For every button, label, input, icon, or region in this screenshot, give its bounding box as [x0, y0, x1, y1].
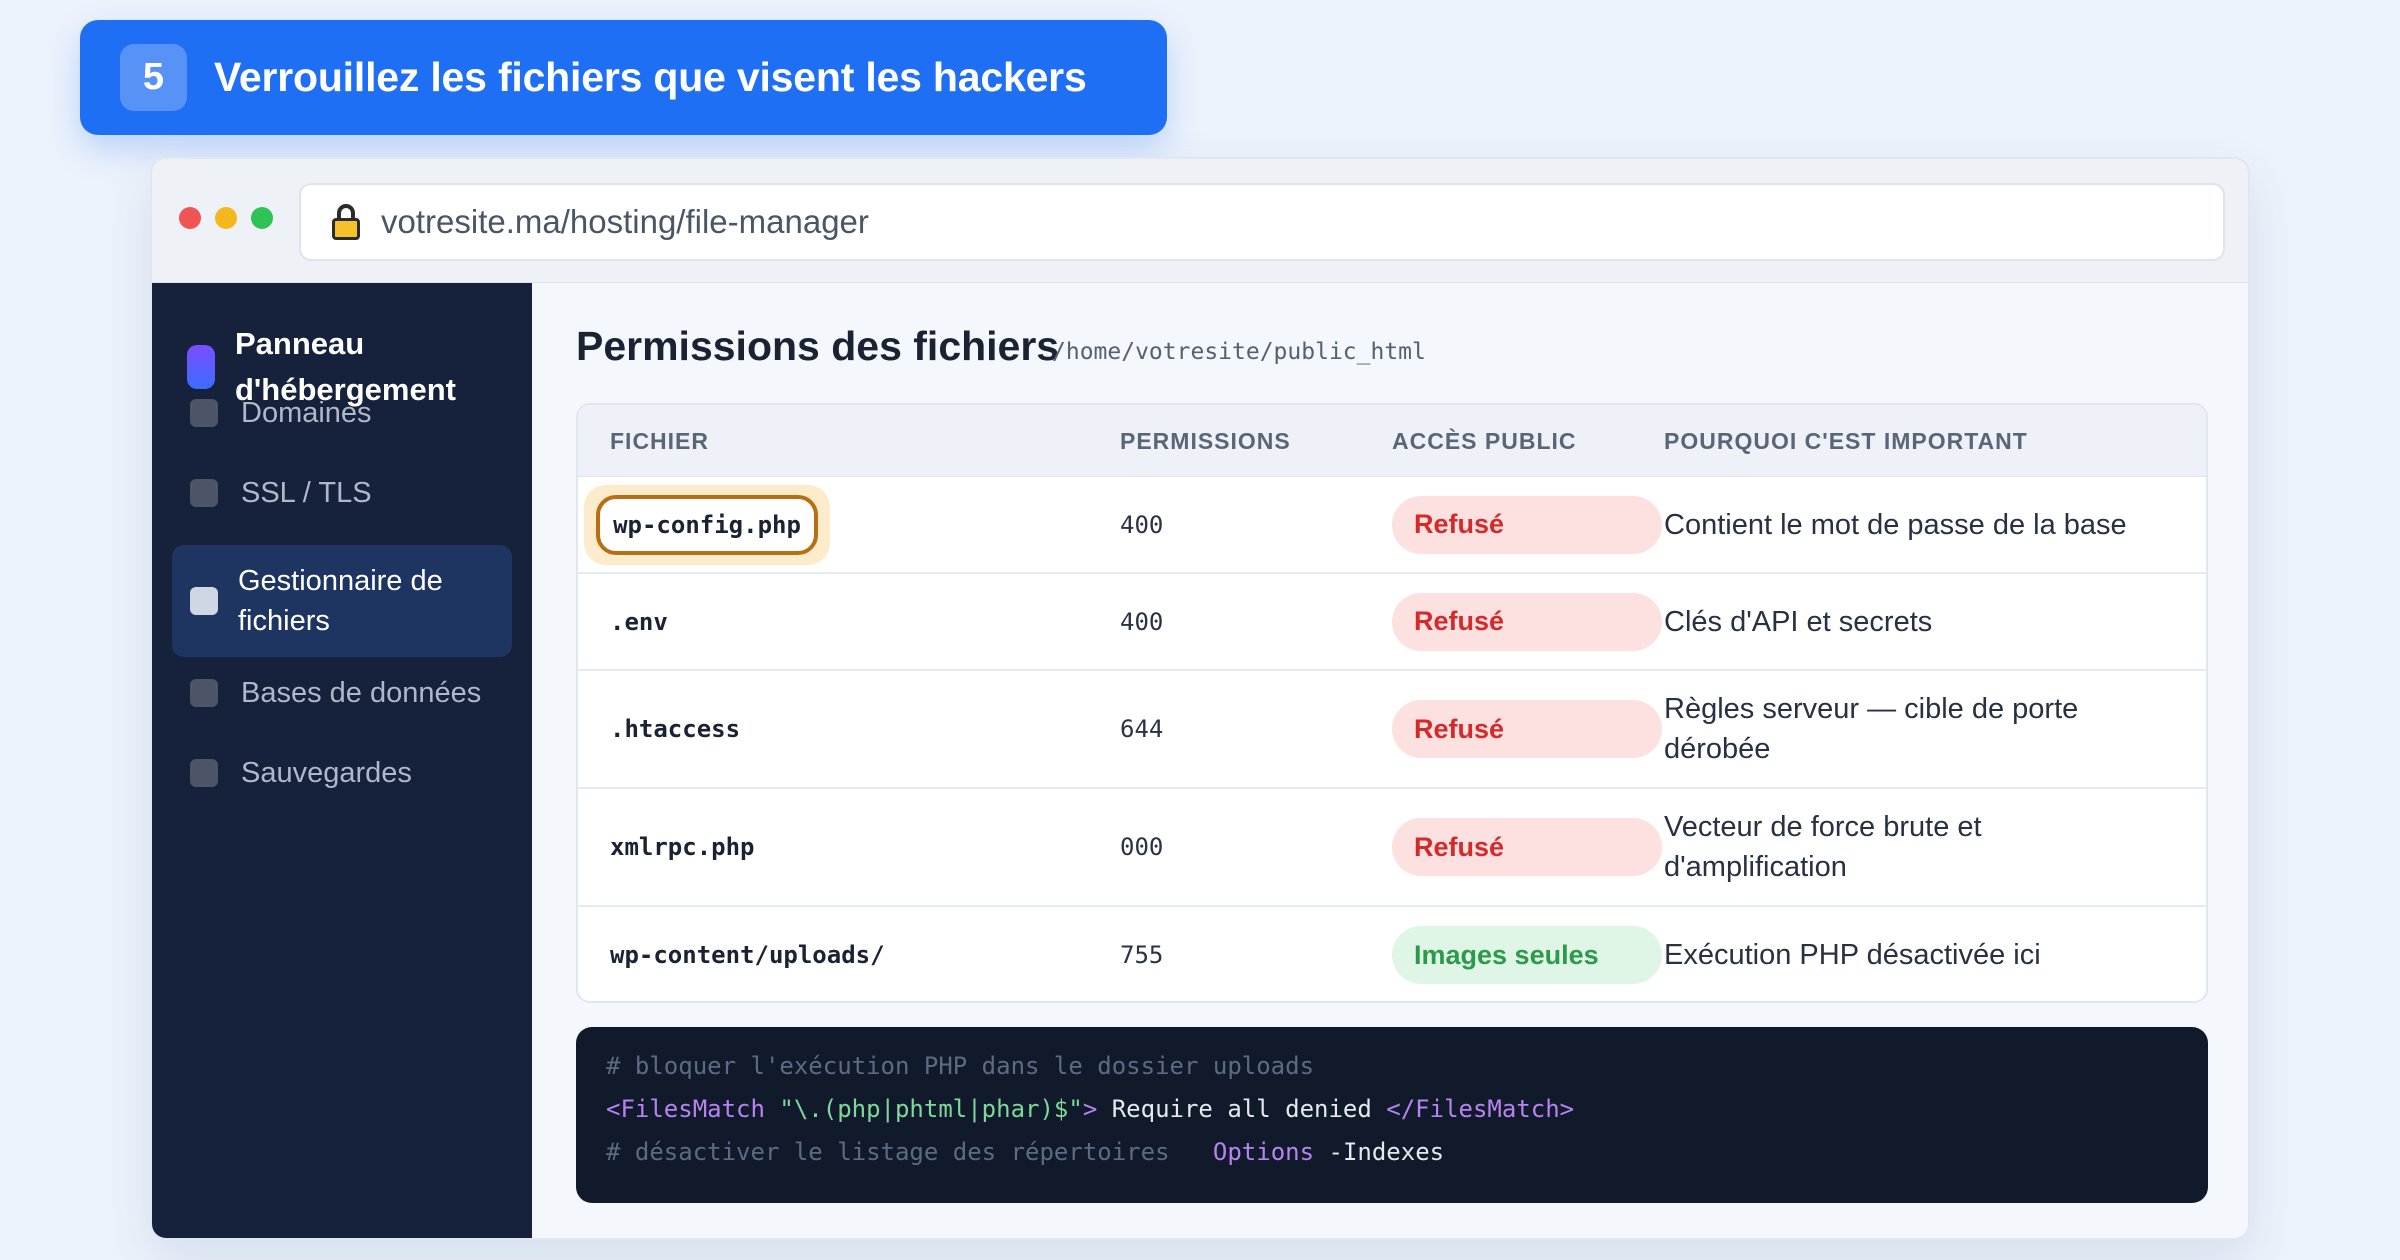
htaccess-code-block: # bloquer l'exécution PHP dans le dossie…: [576, 1027, 2208, 1203]
reason-text: Clés d'API et secrets: [1664, 605, 1933, 638]
access-badge: Refusé: [1392, 818, 1662, 876]
code-comment: # bloquer l'exécution PHP dans le dossie…: [606, 1052, 1315, 1080]
file-name: .htaccess: [610, 715, 741, 743]
table-row[interactable]: wp-content/uploads/ 755 Images seules Ex…: [578, 907, 2206, 1001]
table-row[interactable]: wp-config.php 400 Refusé Contient le mot…: [578, 477, 2206, 574]
file-manager-icon: [190, 587, 218, 615]
sidebar-item-backups[interactable]: Sauvegardes: [172, 743, 512, 803]
table-row[interactable]: xmlrpc.php 000 Refusé Vecteur de force b…: [578, 789, 2206, 907]
current-path: /home/votresite/public_html: [1052, 339, 1426, 365]
sidebar: Panneau d'hébergement Domaines SSL / TLS …: [152, 283, 532, 1238]
permissions-table: FICHIER PERMISSIONS ACCÈS PUBLIC POURQUO…: [576, 403, 2208, 1003]
step-banner: 5 Verrouillez les fichiers que visent le…: [80, 20, 1167, 135]
domaines-icon: [190, 399, 218, 427]
file-name: wp-content/uploads/: [610, 941, 885, 969]
table-row[interactable]: .htaccess 644 Refusé Règles serveur — ci…: [578, 671, 2206, 789]
access-badge: Refusé: [1392, 592, 1662, 651]
main-content: Permissions des fichiers /home/votresite…: [532, 283, 2248, 1238]
sidebar-item-ssl-tls[interactable]: SSL / TLS: [172, 463, 512, 523]
reason-text: Contient le mot de passe de la base: [1664, 508, 2127, 541]
column-header-file: FICHIER: [610, 428, 709, 454]
file-name: xmlrpc.php: [610, 833, 755, 861]
close-window-dot[interactable]: [179, 207, 201, 229]
reason-text: Règles serveur — cible de porte dérobée: [1664, 693, 2079, 765]
sidebar-item-databases[interactable]: Bases de données: [172, 663, 512, 723]
highlighted-file[interactable]: wp-config.php: [596, 495, 818, 555]
minimize-window-dot[interactable]: [215, 207, 237, 229]
file-name: .env: [610, 607, 668, 636]
permission-value: 644: [1120, 715, 1164, 743]
permission-value: 400: [1120, 607, 1164, 636]
sidebar-item-label: SSL / TLS: [241, 476, 372, 509]
column-header-permissions: PERMISSIONS: [1120, 428, 1291, 454]
code-line-3: # désactiver le listage des répertoires …: [606, 1138, 1445, 1166]
sidebar-item-label: Sauvegardes: [241, 756, 412, 789]
permission-value: 000: [1120, 833, 1164, 861]
code-line-2: <FilesMatch "\.(php|phtml|phar)$"> Requi…: [606, 1095, 1575, 1123]
column-header-public-access: ACCÈS PUBLIC: [1392, 428, 1577, 454]
sidebar-item-label: Gestionnaire de fichiers: [238, 565, 443, 637]
table-row[interactable]: .env 400 Refusé Clés d'API et secrets: [578, 574, 2206, 671]
code-comment: # désactiver le listage des répertoires: [606, 1138, 1170, 1166]
sidebar-item-file-manager[interactable]: Gestionnaire de fichiers: [172, 545, 512, 657]
reason-text: Vecteur de force brute et d'amplificatio…: [1664, 811, 1982, 883]
permission-value: 755: [1120, 941, 1164, 969]
lock-icon: [331, 204, 361, 240]
maximize-window-dot[interactable]: [251, 207, 273, 229]
access-badge: Refusé: [1392, 495, 1662, 554]
access-badge: Images seules: [1392, 926, 1662, 984]
backup-icon: [190, 759, 218, 787]
banner-title: Verrouillez les fichiers que visent les …: [214, 54, 1087, 100]
file-name: wp-config.php: [613, 511, 801, 539]
code-line-1: # bloquer l'exécution PHP dans le dossie…: [606, 1045, 2208, 1088]
step-number: 5: [120, 44, 187, 111]
page-title: Permissions des fichiers: [576, 323, 1060, 369]
reason-text: Exécution PHP désactivée ici: [1664, 939, 2041, 971]
ssl-icon: [190, 479, 218, 507]
sidebar-item-label: Bases de données: [241, 676, 482, 709]
browser-titlebar: votresite.ma/hosting/file-manager: [152, 159, 2248, 283]
permission-value: 400: [1120, 510, 1164, 539]
access-badge: Refusé: [1392, 700, 1662, 758]
sidebar-item-domaines[interactable]: Domaines: [172, 383, 512, 443]
column-header-why: POURQUOI C'EST IMPORTANT: [1664, 428, 2028, 454]
table-header: FICHIER PERMISSIONS ACCÈS PUBLIC POURQUO…: [578, 405, 2206, 477]
url-text: votresite.ma/hosting/file-manager: [381, 203, 869, 240]
highlight-glow: wp-config.php: [584, 485, 830, 565]
database-icon: [190, 679, 218, 707]
sidebar-item-label: Domaines: [241, 396, 372, 429]
browser-window: votresite.ma/hosting/file-manager Pannea…: [150, 157, 2250, 1240]
address-bar[interactable]: votresite.ma/hosting/file-manager: [299, 183, 2225, 261]
